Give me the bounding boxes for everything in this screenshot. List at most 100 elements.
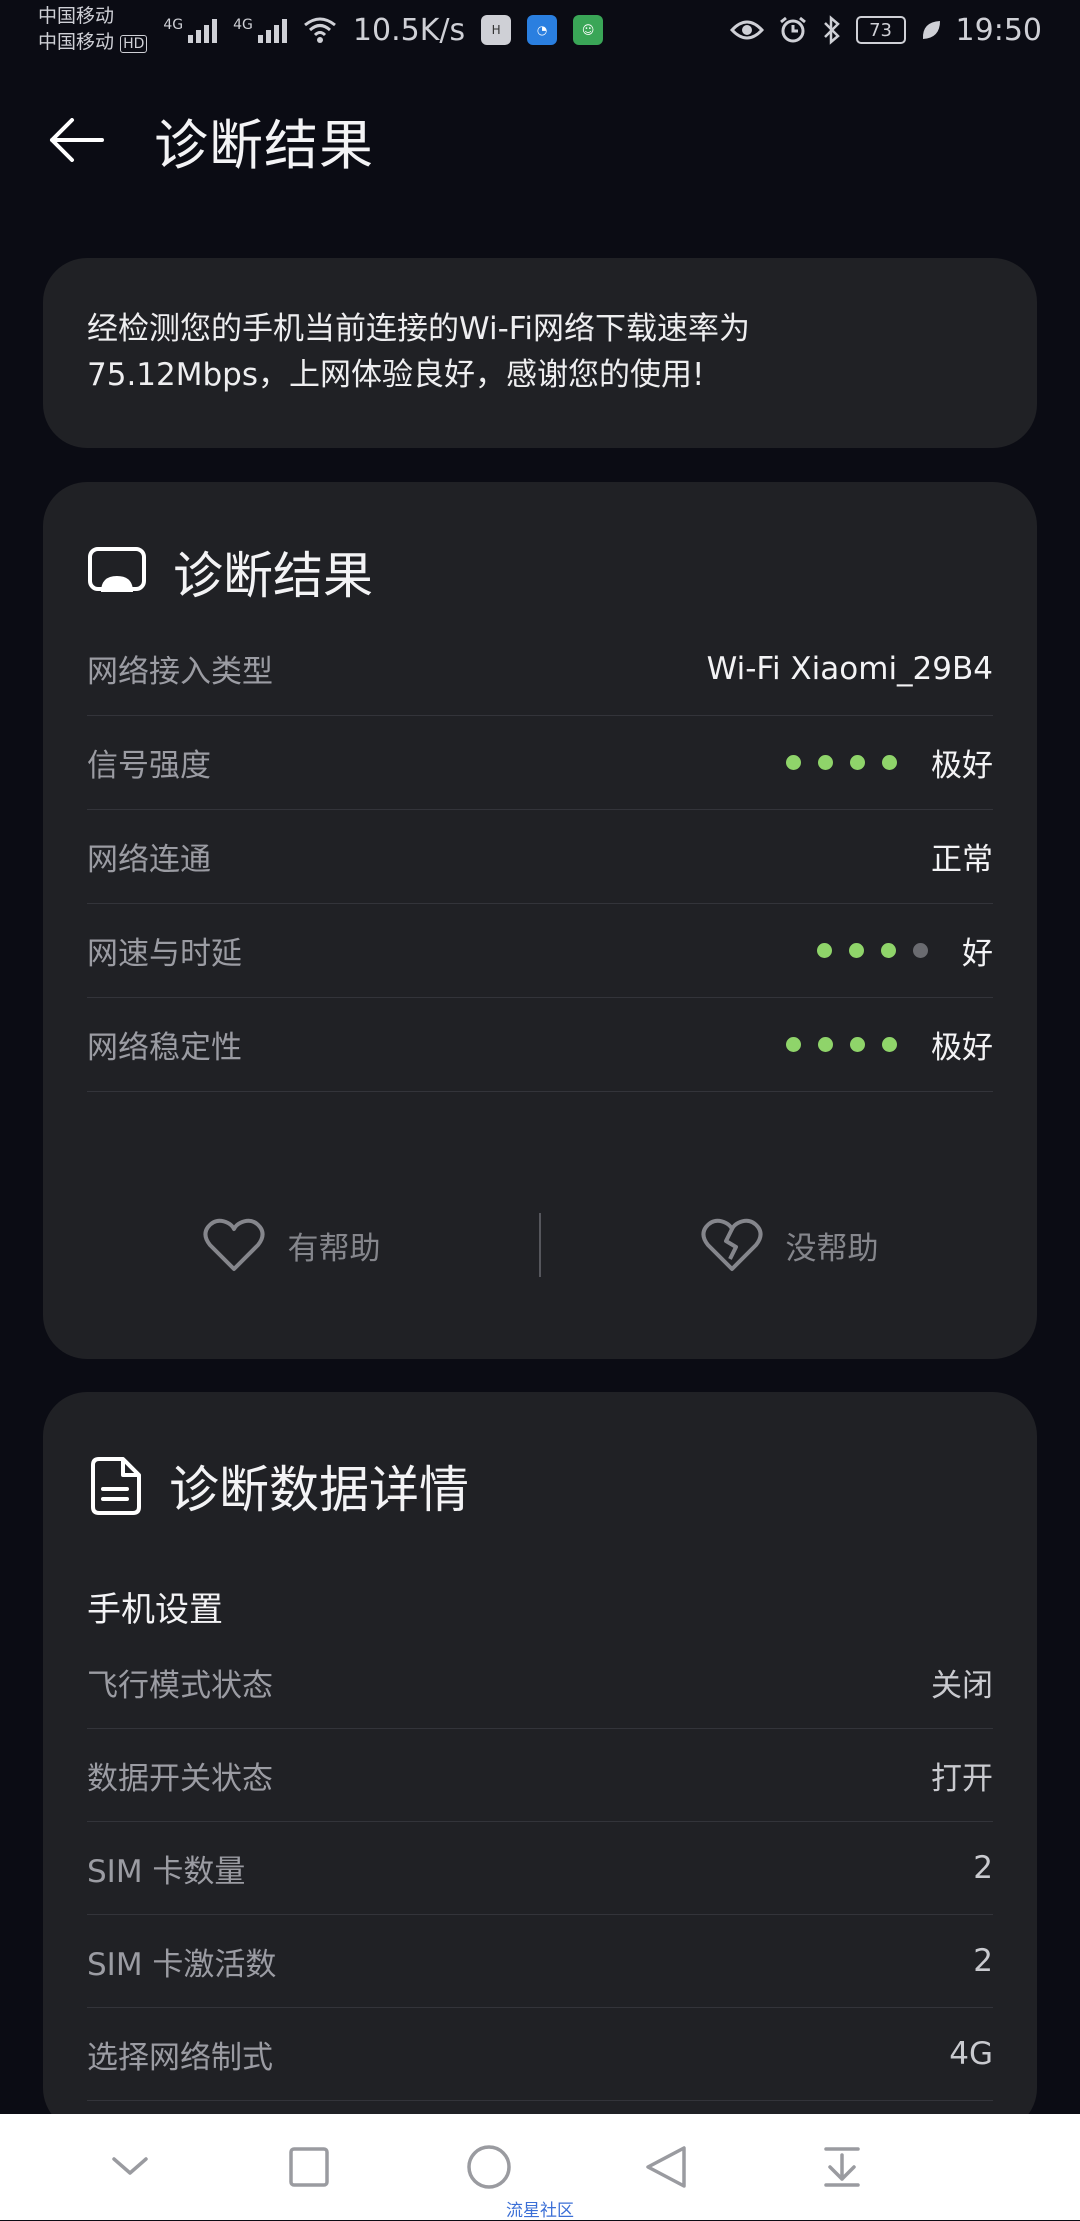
status-bar: 中国移动 中国移动 HD 4G 4G 10.5K/s H ◔ ☺ 73 19:5…	[0, 0, 1080, 60]
back-button[interactable]	[46, 110, 106, 170]
helpful-label: 有帮助	[287, 1230, 381, 1267]
alarm-icon	[779, 16, 806, 43]
helpful-button[interactable]: 有帮助	[43, 1217, 539, 1273]
hd-badge: HD	[120, 35, 148, 53]
arrow-left-icon	[50, 118, 104, 162]
bluetooth-icon	[823, 15, 840, 45]
nav-notification-button[interactable]	[822, 2127, 1000, 2207]
square-icon	[289, 2147, 329, 2187]
rating-dot-filled	[882, 755, 897, 770]
row-value: 极好	[931, 1030, 993, 1066]
rating-dots	[786, 1037, 897, 1052]
detail-row-airplane-mode: 飞行模式状态 关闭	[87, 1636, 993, 1729]
page-title: 诊断结果	[154, 113, 374, 177]
summary-line-2: 75.12Mbps，上网体验良好，感谢您的使用!	[87, 357, 705, 393]
detail-row-data-switch: 数据开关状态 打开	[87, 1729, 993, 1822]
row-label: 选择网络制式	[87, 2039, 273, 2076]
eye-icon	[729, 20, 764, 40]
triangle-back-icon	[646, 2146, 686, 2188]
row-value: 4G	[949, 2036, 993, 2072]
row-value: 2	[973, 1943, 993, 1979]
rating-dot-filled	[849, 943, 864, 958]
carrier-2: 中国移动 HD	[38, 29, 148, 57]
row-right: 极好	[786, 1022, 993, 1067]
details-title: 诊断数据详情	[169, 1461, 469, 1519]
assistant-app-icon: ☺	[573, 15, 604, 45]
wifi-icon	[303, 17, 336, 43]
huawei-icon: H	[481, 15, 512, 45]
row-label: 网络稳定性	[87, 1030, 242, 1066]
network-speed: 10.5K/s	[352, 12, 466, 48]
row-label: 网速与时延	[87, 936, 242, 972]
rating-dot-filled	[850, 755, 865, 770]
signal-icon-2: 4G	[233, 17, 287, 43]
row-value: 正常	[931, 842, 993, 878]
detail-row-sim-count: SIM 卡数量 2	[87, 1822, 993, 1915]
app-header: 诊断结果	[0, 90, 1080, 190]
rating-dot-filled	[818, 1037, 833, 1052]
detail-row-network-mode: 选择网络制式 4G	[87, 2008, 993, 2101]
detail-row-sim-active: SIM 卡激活数 2	[87, 1915, 993, 2008]
rating-dots	[786, 755, 897, 770]
row-value: 好	[962, 936, 993, 972]
row-label: 网络连通	[87, 842, 211, 878]
row-right: 好	[817, 928, 993, 973]
rating-dot-filled	[786, 1037, 801, 1052]
summary-text: 经检测您的手机当前连接的Wi-Fi网络下载速率为 75.12Mbps，上网体验良…	[87, 306, 993, 398]
details-card: 诊断数据详情 手机设置 飞行模式状态 关闭 数据开关状态 打开 SIM 卡数量 …	[43, 1392, 1037, 2132]
leaf-icon	[922, 21, 940, 39]
feedback-bar: 有帮助 没帮助	[43, 1190, 1037, 1300]
row-label: 飞行模式状态	[87, 1667, 273, 1704]
rating-dot-filled	[850, 1037, 865, 1052]
result-card-header: 诊断结果	[87, 522, 993, 622]
chevron-down-icon	[112, 2157, 148, 2175]
row-right: 正常	[931, 834, 993, 879]
result-row-access-type: 网络接入类型 Wi-Fi Xiaomi_29B4	[87, 622, 993, 716]
row-right: 极好	[786, 740, 993, 785]
carrier-1: 中国移动	[38, 5, 115, 27]
row-right: Wi-Fi Xiaomi_29B4	[707, 651, 993, 687]
not-helpful-button[interactable]: 没帮助	[541, 1217, 1037, 1273]
row-label: 网络接入类型	[87, 654, 273, 690]
result-row-connectivity: 网络连通 正常	[87, 810, 993, 904]
row-label: SIM 卡激活数	[87, 1946, 277, 1983]
status-left: 中国移动 中国移动 HD 4G 4G 10.5K/s H ◔ ☺	[38, 3, 604, 57]
rating-dot-filled	[817, 943, 832, 958]
cast-screen-icon	[88, 547, 146, 592]
result-title: 诊断结果	[173, 547, 373, 605]
result-card: 诊断结果 网络接入类型 Wi-Fi Xiaomi_29B4 信号强度 极好 网络…	[43, 482, 1037, 1359]
watermark: 流星社区	[506, 2201, 574, 2221]
result-row-signal-strength: 信号强度 极好	[87, 716, 993, 810]
row-value: 打开	[931, 1760, 993, 1797]
row-label: SIM 卡数量	[87, 1853, 246, 1890]
nav-collapse-button[interactable]	[110, 2127, 288, 2207]
status-right: 73 19:50	[729, 12, 1042, 48]
not-helpful-label: 没帮助	[785, 1230, 879, 1267]
carrier-info: 中国移动 中国移动 HD	[38, 3, 148, 57]
details-card-header: 诊断数据详情	[87, 1436, 993, 1536]
row-value: 极好	[931, 748, 993, 784]
rating-dot-empty	[913, 943, 928, 958]
circle-icon	[467, 2145, 511, 2189]
nav-back-button[interactable]	[644, 2127, 822, 2207]
row-value: Wi-Fi Xiaomi_29B4	[706, 650, 993, 687]
rating-dot-filled	[881, 943, 896, 958]
row-value: 2	[973, 1850, 993, 1886]
heart-icon	[202, 1218, 265, 1271]
section-title-phone-settings: 手机设置	[87, 1589, 223, 1630]
row-label: 数据开关状态	[87, 1760, 273, 1797]
rating-dot-filled	[818, 755, 833, 770]
row-value: 关闭	[931, 1667, 993, 1704]
clock: 19:50	[955, 12, 1042, 48]
summary-card: 经检测您的手机当前连接的Wi-Fi网络下载速率为 75.12Mbps，上网体验良…	[43, 258, 1037, 448]
pull-down-icon	[824, 2147, 860, 2187]
signal-icon: 4G	[163, 17, 218, 43]
network-type-2: 4G	[233, 17, 253, 33]
summary-line-1: 经检测您的手机当前连接的Wi-Fi网络下载速率为	[87, 311, 750, 347]
nav-recents-button[interactable]	[288, 2127, 466, 2207]
battery-icon: 73	[855, 16, 906, 44]
network-type-1: 4G	[163, 17, 184, 33]
nav-home-button[interactable]	[466, 2127, 644, 2207]
document-icon	[91, 1457, 141, 1515]
result-row-speed-latency: 网速与时延 好	[87, 904, 993, 998]
